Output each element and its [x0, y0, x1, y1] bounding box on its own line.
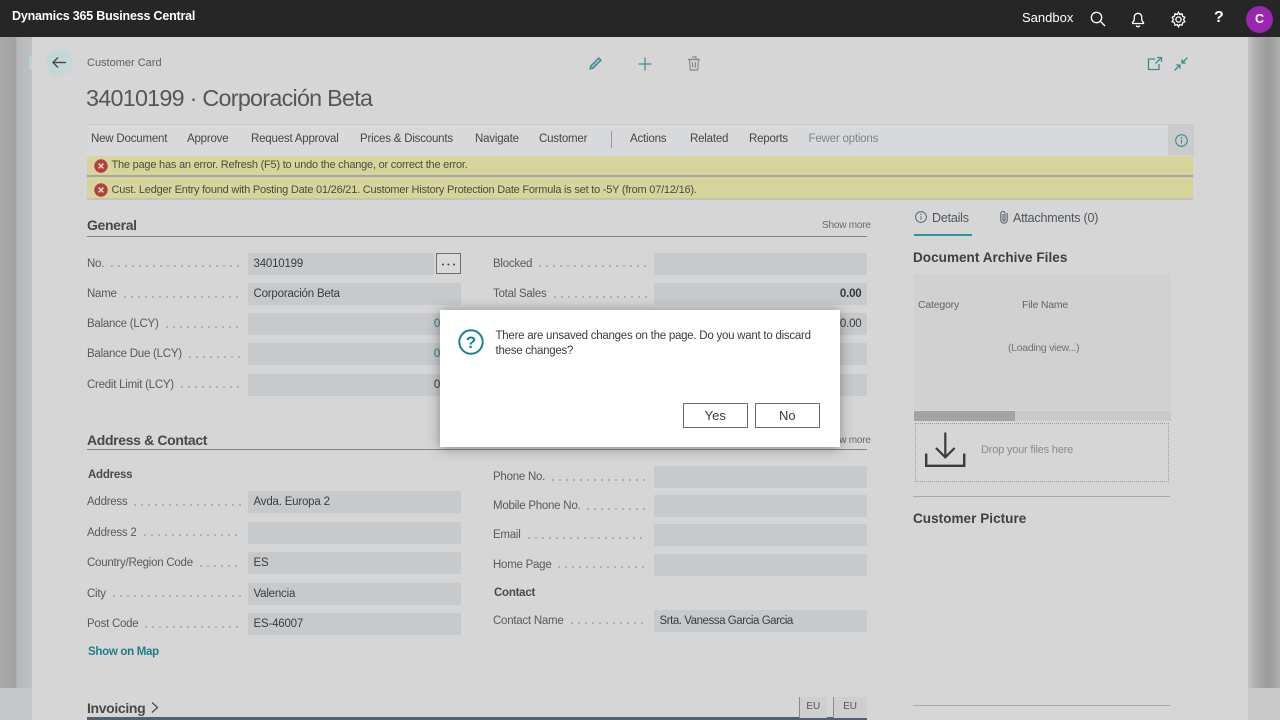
svg-text:?: ?	[466, 333, 476, 352]
